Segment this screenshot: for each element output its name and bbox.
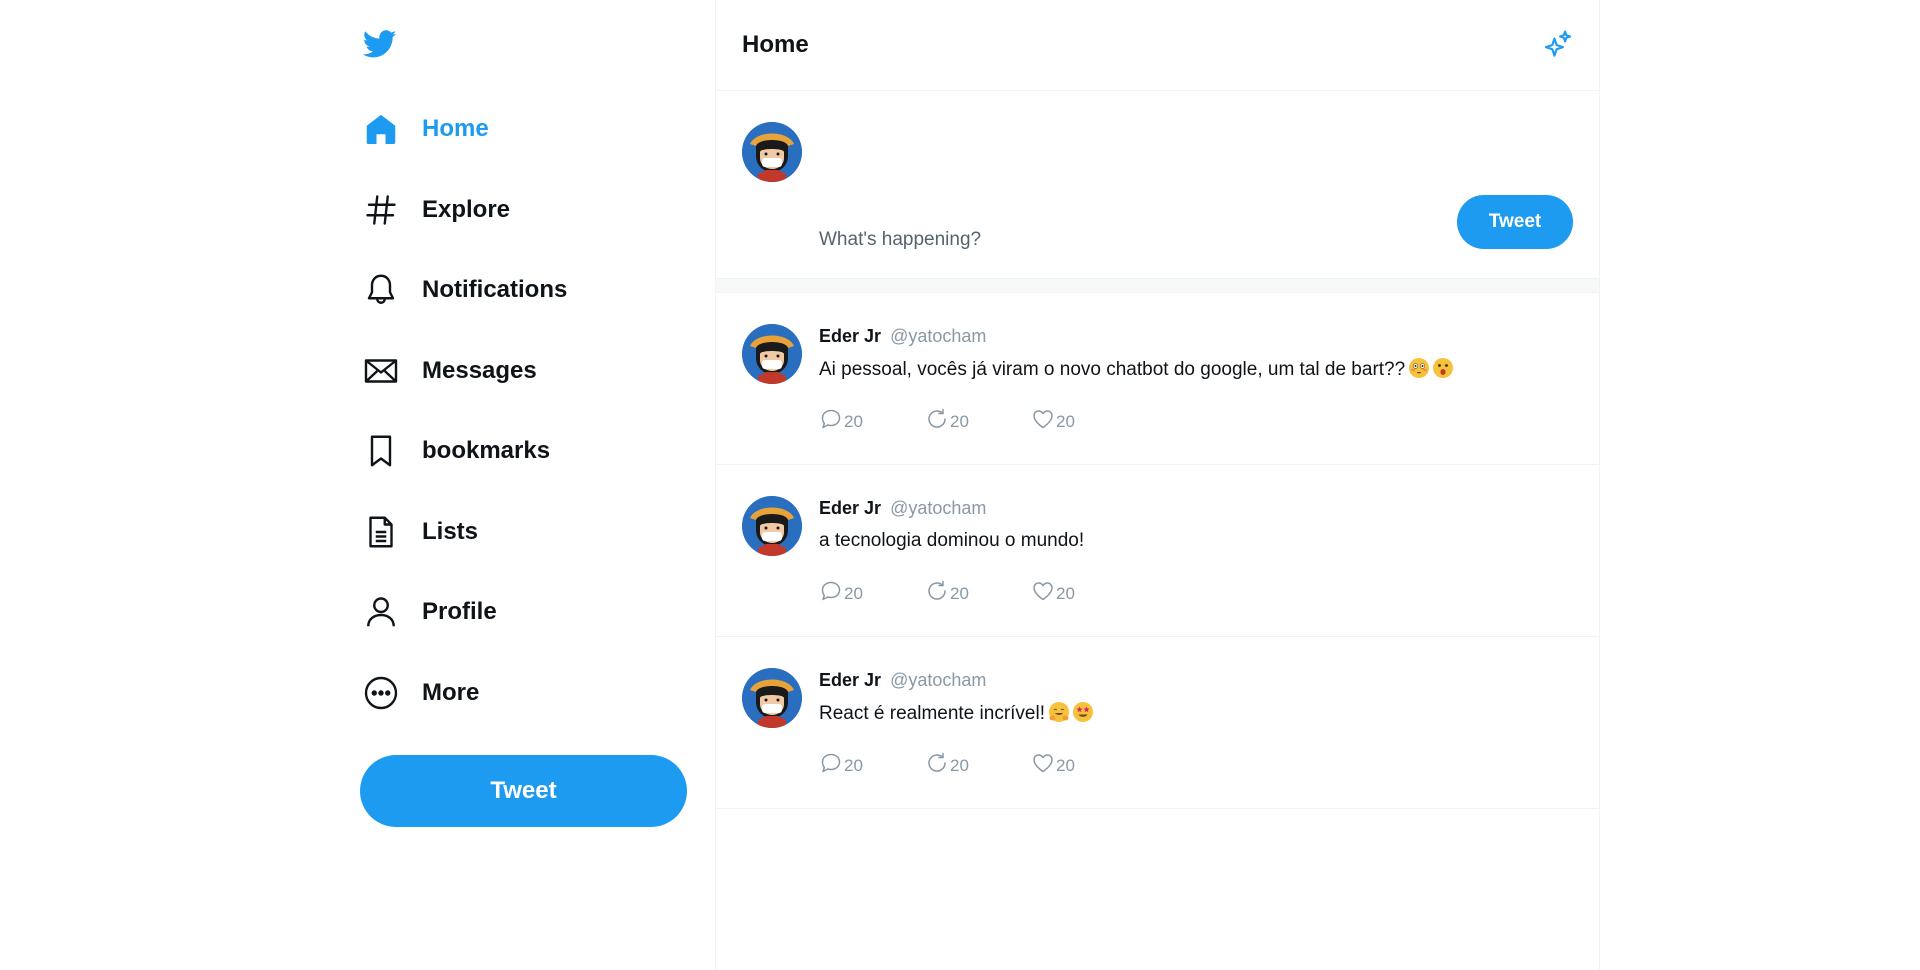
tweet-text: Ai pessoal, vocês já viram o novo chatbo… xyxy=(819,359,1406,380)
like-count: 20 xyxy=(1056,583,1075,603)
avatar[interactable] xyxy=(742,324,802,384)
like-button[interactable]: 20 xyxy=(1031,751,1137,780)
tweet-handle[interactable]: @yatocham xyxy=(890,498,986,518)
retweet-count: 20 xyxy=(950,583,969,603)
nav-label-explore: Explore xyxy=(422,195,511,223)
main-timeline: Home Tweet xyxy=(715,0,1600,970)
hashtag-icon xyxy=(360,189,402,231)
twitter-bird-icon[interactable] xyxy=(361,27,399,61)
compose-tweet-button[interactable]: Tweet xyxy=(1457,195,1573,249)
tweet-text-row: a tecnologia dominou o mundo! xyxy=(819,530,1084,552)
tweet-header: Eder Jr @yatocham xyxy=(819,670,986,691)
nav-label-profile: Profile xyxy=(422,598,497,625)
reply-button[interactable]: 20 xyxy=(819,751,925,780)
tweet-text-row: Ai pessoal, vocês já viram o novo chatbo… xyxy=(819,358,1454,381)
nav-item-notifications[interactable]: Notifications xyxy=(360,258,700,322)
retweet-button[interactable]: 20 xyxy=(925,751,1031,780)
tweet[interactable]: Eder Jr @yatocham Ai pessoal, vocês já v… xyxy=(716,293,1599,465)
tweet-text-row: React é realmente incrível! xyxy=(819,702,1093,725)
nav-item-more[interactable]: More xyxy=(360,661,700,725)
nav-item-explore[interactable]: Explore xyxy=(360,178,700,242)
reply-icon xyxy=(819,579,844,608)
nav-item-bookmarks[interactable]: bookmarks xyxy=(360,419,700,483)
flushed-face-icon xyxy=(1409,358,1430,378)
retweet-button[interactable]: 20 xyxy=(925,407,1031,436)
nav-label-bookmarks: bookmarks xyxy=(422,437,551,464)
home-icon xyxy=(360,108,402,150)
tweet-author[interactable]: Eder Jr xyxy=(819,326,881,346)
nav-item-home[interactable]: Home xyxy=(360,97,700,161)
like-button[interactable]: 20 xyxy=(1031,579,1137,608)
sparkle-icon[interactable] xyxy=(1541,28,1575,62)
retweet-icon xyxy=(925,407,950,436)
more-circle-icon xyxy=(360,672,402,714)
tweet[interactable]: Eder Jr @yatocham React é realmente incr… xyxy=(716,637,1599,809)
envelope-icon xyxy=(360,350,402,392)
tweet-header: Eder Jr @yatocham xyxy=(819,326,986,347)
tweet-header: Eder Jr @yatocham xyxy=(819,498,986,519)
reply-button[interactable]: 20 xyxy=(819,407,925,436)
tweet[interactable]: Eder Jr @yatocham a tecnologia dominou o… xyxy=(716,465,1599,637)
like-button[interactable]: 20 xyxy=(1031,407,1137,436)
timeline-header: Home xyxy=(716,0,1599,91)
composer-divider xyxy=(716,279,1599,293)
like-count: 20 xyxy=(1056,755,1075,775)
page-title: Home xyxy=(742,31,809,58)
nav-label-notifications: Notifications xyxy=(422,276,568,303)
reply-button[interactable]: 20 xyxy=(819,579,925,608)
heart-icon xyxy=(1031,751,1056,780)
tweet-text: React é realmente incrível! xyxy=(819,703,1045,724)
tweet-handle[interactable]: @yatocham xyxy=(890,326,986,346)
reply-count: 20 xyxy=(844,755,863,775)
user-icon xyxy=(360,591,402,633)
reply-count: 20 xyxy=(844,411,863,431)
tweet-actions: 20 20 20 xyxy=(819,579,1137,608)
nav-item-messages[interactable]: Messages xyxy=(360,339,700,403)
heart-icon xyxy=(1031,407,1056,436)
nav-item-profile[interactable]: Profile xyxy=(360,580,700,644)
primary-nav: Home Explore Notifications Messages book… xyxy=(360,97,700,741)
avatar[interactable] xyxy=(742,122,802,182)
retweet-count: 20 xyxy=(950,755,969,775)
bell-icon xyxy=(360,269,402,311)
bookmark-icon xyxy=(360,430,402,472)
tweet-text: a tecnologia dominou o mundo! xyxy=(819,530,1085,551)
reply-icon xyxy=(819,407,844,436)
nav-label-more: More xyxy=(422,678,480,706)
retweet-icon xyxy=(925,751,950,780)
tweet-author[interactable]: Eder Jr xyxy=(819,670,881,690)
tweet-actions: 20 20 20 xyxy=(819,751,1137,780)
sidebar-tweet-button[interactable]: Tweet xyxy=(360,755,687,827)
tweet-composer: Tweet xyxy=(716,91,1599,279)
hugging-face-icon xyxy=(1049,702,1069,722)
nav-item-lists[interactable]: Lists xyxy=(360,500,700,564)
avatar[interactable] xyxy=(742,668,802,728)
retweet-button[interactable]: 20 xyxy=(925,579,1031,608)
compose-input[interactable] xyxy=(819,229,1559,251)
reply-count: 20 xyxy=(844,583,863,603)
tweet-author[interactable]: Eder Jr xyxy=(819,498,881,518)
list-document-icon xyxy=(360,511,402,553)
tweet-handle[interactable]: @yatocham xyxy=(890,670,986,690)
nav-label-lists: Lists xyxy=(422,517,479,545)
tweet-feed: Eder Jr @yatocham Ai pessoal, vocês já v… xyxy=(716,293,1599,809)
heart-icon xyxy=(1031,579,1056,608)
tweet-actions: 20 20 20 xyxy=(819,407,1137,436)
like-count: 20 xyxy=(1056,411,1075,431)
retweet-count: 20 xyxy=(950,411,969,431)
app: Home Explore Notifications Messages book… xyxy=(0,0,1920,970)
nav-label-home: Home xyxy=(422,115,489,142)
star-struck-face-icon xyxy=(1073,702,1093,722)
astonished-face-icon xyxy=(1433,358,1454,378)
retweet-icon xyxy=(925,579,950,608)
reply-icon xyxy=(819,751,844,780)
nav-label-messages: Messages xyxy=(422,356,537,384)
avatar[interactable] xyxy=(742,496,802,556)
sidebar: Home Explore Notifications Messages book… xyxy=(360,0,715,970)
